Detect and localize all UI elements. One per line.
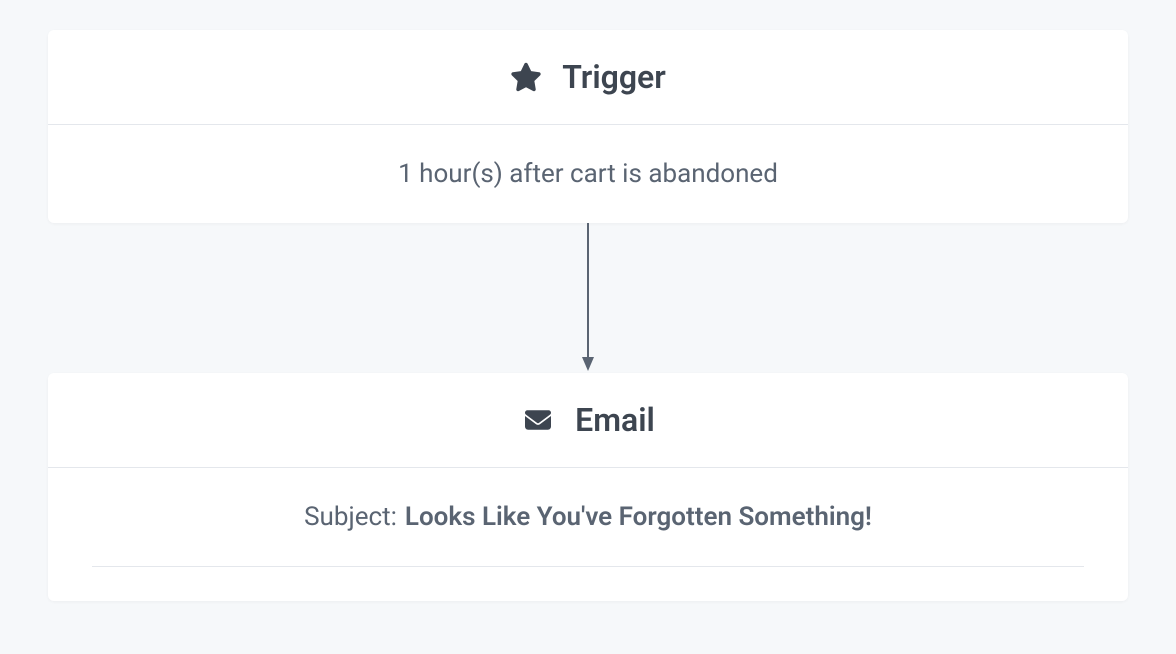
email-title: Email — [575, 401, 655, 439]
email-card-header: Email — [48, 373, 1128, 468]
email-subject-line: Subject: Looks Like You've Forgotten Som… — [92, 502, 1084, 567]
trigger-card-header: Trigger — [48, 30, 1128, 125]
email-card[interactable]: Email Subject: Looks Like You've Forgott… — [48, 373, 1128, 601]
trigger-card[interactable]: Trigger 1 hour(s) after cart is abandone… — [48, 30, 1128, 223]
email-card-body: Subject: Looks Like You've Forgotten Som… — [48, 468, 1128, 601]
trigger-card-body: 1 hour(s) after cart is abandoned — [48, 125, 1128, 223]
envelope-icon — [521, 407, 555, 433]
trigger-description: 1 hour(s) after cart is abandoned — [398, 159, 778, 189]
star-icon — [510, 61, 542, 93]
email-subject-value: Looks Like You've Forgotten Something! — [405, 502, 872, 532]
email-subject-label: Subject: — [304, 502, 397, 532]
trigger-title: Trigger — [562, 58, 666, 96]
flow-connector — [48, 223, 1128, 373]
